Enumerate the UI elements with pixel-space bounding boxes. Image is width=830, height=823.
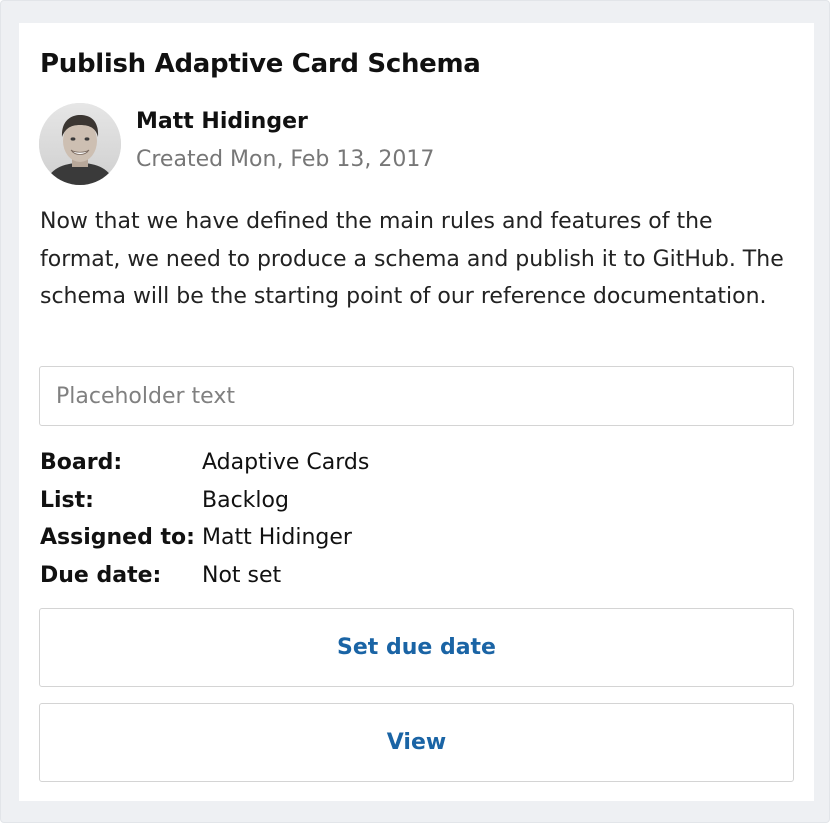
fact-key: Assigned to: bbox=[40, 525, 195, 550]
set-due-date-label: Set due date bbox=[337, 635, 496, 660]
view-label: View bbox=[386, 730, 447, 755]
created-date: Created Mon, Feb 13, 2017 bbox=[136, 147, 435, 172]
fact-key: Due date: bbox=[40, 562, 162, 588]
card-title: Publish Adaptive Card Schema bbox=[40, 49, 481, 79]
card-host: Publish Adaptive Card Schema Matt Hiding… bbox=[0, 0, 830, 823]
fact-key: Board: bbox=[40, 450, 123, 475]
comment-input[interactable] bbox=[39, 366, 794, 426]
avatar bbox=[39, 103, 121, 185]
author-name: Matt Hidinger bbox=[136, 109, 308, 134]
adaptive-card: Publish Adaptive Card Schema Matt Hiding… bbox=[19, 23, 814, 801]
set-due-date-button[interactable]: Set due date bbox=[39, 608, 794, 687]
fact-key: List: bbox=[40, 487, 94, 513]
fact-value: Adaptive Cards bbox=[202, 450, 370, 475]
fact-value: Matt Hidinger bbox=[202, 525, 352, 550]
avatar-portrait bbox=[39, 103, 121, 185]
fact-value: Backlog bbox=[202, 487, 289, 513]
fact-value: Not set bbox=[202, 562, 282, 588]
view-button[interactable]: View bbox=[39, 703, 794, 782]
card-description: Now that we have defined the main rules … bbox=[40, 209, 784, 309]
